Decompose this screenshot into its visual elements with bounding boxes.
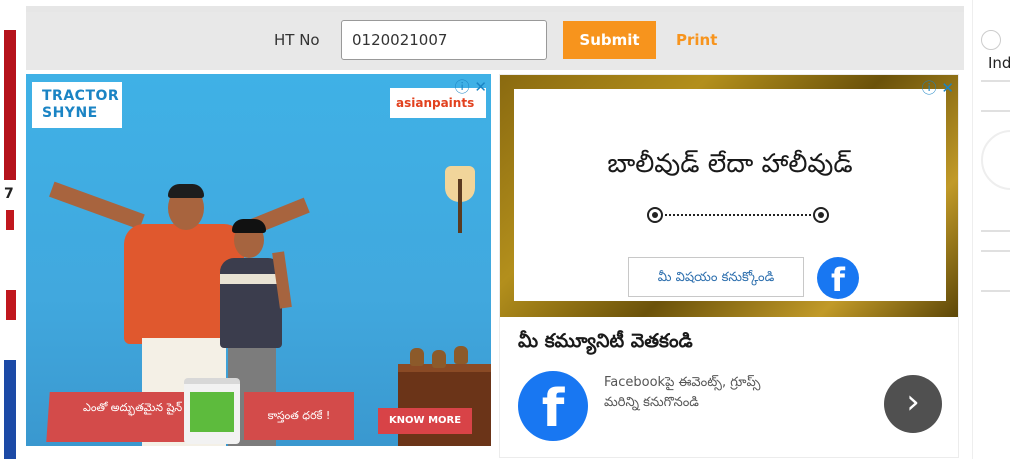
slider-right-dot[interactable] (813, 207, 829, 223)
man-hair (168, 184, 204, 198)
left-edge-blue-banner (4, 360, 16, 459)
paint-advertisement[interactable]: TRACTOR SHYNE asianpaints ⓘ ✕ ఎంతో అద్భు… (26, 74, 491, 446)
hall-ticket-form: HT No Submit Print (26, 12, 964, 70)
divider (981, 110, 1010, 112)
ht-no-label: HT No (274, 31, 320, 49)
divider (981, 80, 1010, 82)
submit-button[interactable]: Submit (563, 21, 656, 59)
right-side-panel: Ind (972, 0, 1010, 459)
ht-no-input[interactable] (341, 20, 547, 60)
facebook-description: Facebookపై ఈవెంట్స్, గ్రూప్స్ మరిన్ని కన… (604, 375, 761, 410)
decorative-circle (981, 130, 1010, 190)
know-more-button[interactable]: KNOW MORE (378, 408, 472, 434)
print-link[interactable]: Print (676, 31, 717, 49)
wall-lamp-arm (458, 179, 462, 233)
ad-choices-icon[interactable]: ⓘ ✕ (922, 77, 954, 98)
community-title: మీ కమ్యూనిటీ వెతకండి (518, 330, 693, 352)
ad-card: బాలీవుడ్ లేదా హాలీవుడ్ మీ విషయం కనుక్కోం… (514, 89, 946, 301)
promo-banner-price: కాస్తంత ధరకే ! (244, 392, 354, 440)
chevron-right-icon[interactable]: › (884, 375, 942, 433)
boy-hair (232, 219, 266, 233)
radio-icon[interactable] (981, 30, 1001, 50)
ad-choices-icon[interactable]: ⓘ ✕ (455, 76, 487, 97)
pot-image (432, 350, 446, 368)
left-edge-mark (6, 290, 16, 320)
find-out-button[interactable]: మీ విషయం కనుక్కోండి (628, 257, 804, 297)
tractor-shyne-logo: TRACTOR SHYNE (32, 82, 122, 128)
slider-left-dot[interactable] (647, 207, 663, 223)
ad-headline: బాలీవుడ్ లేదా హాలీవుడ్ (607, 149, 853, 179)
facebook-icon: f (817, 257, 859, 299)
right-panel-text: Ind (988, 54, 1010, 72)
divider (981, 250, 1010, 252)
facebook-icon: f (518, 371, 588, 441)
man-arm (49, 181, 145, 230)
facebook-advertisement[interactable]: బాలీవుడ్ లేదా హాలీవుడ్ మీ విషయం కనుక్కోం… (499, 74, 959, 458)
left-edge-sidebar: 7 (0, 0, 20, 459)
boy-shirt-stripe (220, 274, 282, 284)
divider (981, 290, 1010, 292)
divider (981, 230, 1010, 232)
poll-slider[interactable] (647, 207, 829, 223)
left-edge-mark (6, 210, 14, 230)
left-edge-text: 7 (4, 186, 14, 202)
pot-image (410, 348, 424, 366)
pot-image (454, 346, 468, 364)
slider-track (665, 214, 811, 216)
boy-shirt (220, 258, 282, 348)
paint-can-label (190, 392, 234, 432)
left-edge-banner (4, 30, 16, 180)
